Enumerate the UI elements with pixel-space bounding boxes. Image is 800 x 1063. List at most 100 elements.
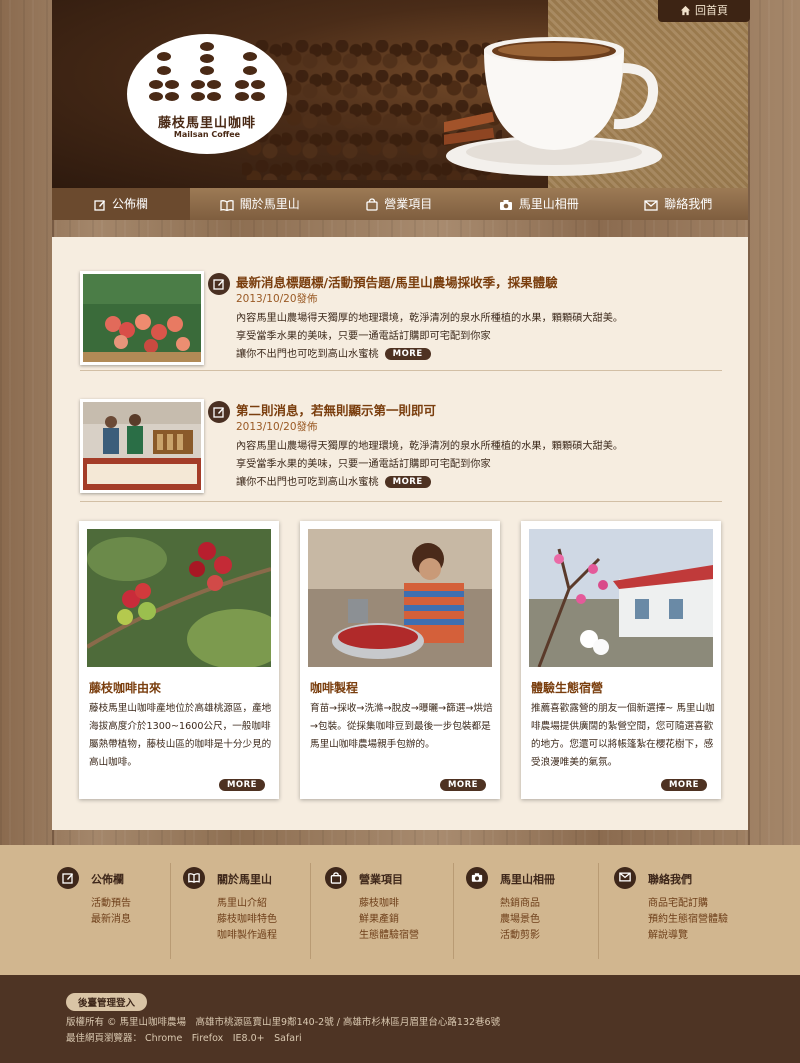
more-button[interactable]: MORE [660, 779, 707, 791]
nav-label: 關於馬里山 [239, 197, 300, 211]
nav-item-album[interactable]: 馬里山相冊 [469, 188, 609, 220]
header-banner: 藤枝馬里山咖啡 Mailsan Coffee [52, 0, 748, 188]
footer-link[interactable]: 預約生態宿營體驗 [648, 910, 728, 925]
footer-icon [325, 867, 347, 889]
footer-heading[interactable]: 馬里山相冊 [500, 871, 555, 887]
nav-item-about[interactable]: 關於馬里山 [190, 188, 330, 220]
footer-nav: 公佈欄 活動預告 最新消息 關於馬里山 馬里山介紹 藤枝咖啡特色 咖啡製作過程 … [0, 845, 800, 975]
footer-link[interactable]: 商品宅配訂購 [648, 894, 708, 909]
footer-link[interactable]: 生態體驗宿營 [359, 926, 419, 941]
card-text: 育苗→採收→洗滌→脫皮→曝曬→篩選→烘焙→包裝。從採集咖啡豆到最後一步包裝都是馬… [310, 703, 493, 750]
news-text: 讓你不出門也可吃到高山水蜜桃 [236, 349, 379, 360]
nav-label: 公佈欄 [111, 197, 148, 211]
edit-icon [94, 200, 105, 211]
card-title[interactable]: 體驗生態宿營 [531, 679, 603, 696]
news-text: 享受當季水果的美味，只要一通電話訂購即可宅配到你家 [236, 459, 491, 470]
coffee-booth-image [83, 402, 201, 490]
more-button[interactable]: MORE [384, 476, 431, 488]
edit-icon [62, 873, 73, 884]
nav-item-bulletin[interactable]: 公佈欄 [52, 188, 190, 220]
news-text: 內容馬里山農場得天獨厚的地理環境，乾淨清冽的泉水所種植的水果，顆顆碩大甜美。 [236, 441, 624, 452]
nav-item-contact[interactable]: 聯絡我們 [609, 188, 749, 220]
footer-divider [453, 863, 454, 959]
nav-label: 馬里山相冊 [518, 197, 579, 211]
footer-link[interactable]: 馬里山介紹 [217, 894, 267, 909]
divider [80, 370, 722, 371]
home-link[interactable]: 回首頁 [658, 0, 750, 22]
news-text-last: 讓你不出門也可吃到高山水蜜桃 MORE [236, 345, 431, 360]
news-text: 享受當季水果的美味，只要一通電話訂購即可宅配到你家 [236, 331, 491, 342]
card-title[interactable]: 藤枝咖啡由來 [89, 679, 161, 696]
mail-icon [644, 200, 658, 211]
footer-link[interactable]: 鮮果產銷 [359, 910, 399, 925]
footer-link[interactable]: 活動剪影 [500, 926, 540, 941]
feature-card: 藤枝咖啡由來 藤枝馬里山咖啡產地位於高雄桃源區，產地海拔高度介於1300~160… [79, 521, 279, 799]
footer-divider [310, 863, 311, 959]
content-panel: 最新消息標題標/活動預告題/馬里山農場採收季，採果體驗 2013/10/20發佈… [52, 237, 748, 830]
card-text: 藤枝馬里山咖啡產地位於高雄桃源區，產地海拔高度介於1300~1600公尺，一般咖… [89, 703, 272, 768]
news-item: 最新消息標題標/活動預告題/馬里山農場採收季，採果體驗 2013/10/20發佈… [80, 271, 720, 375]
footer-divider [170, 863, 171, 959]
news-badge [208, 273, 230, 295]
logo-subtitle: Mailsan Coffee [173, 130, 241, 139]
footer-icon [57, 867, 79, 889]
footer-link[interactable]: 最新消息 [91, 910, 131, 925]
footer-icon [614, 867, 636, 889]
footer-link[interactable]: 解說導覽 [648, 926, 688, 941]
peach-basket-image [83, 274, 201, 362]
home-label: 回首頁 [695, 4, 728, 17]
browser-support-text: 最佳網頁瀏覽器： Chrome Firefox IE8.0+ Safari [66, 1033, 302, 1044]
footer-icon [466, 867, 488, 889]
news-item: 第二則消息，若無則顯示第一則即可 2013/10/20發佈 內容馬里山農場得天獨… [80, 399, 720, 503]
mail-icon [619, 872, 631, 882]
home-icon [680, 5, 691, 16]
edit-icon [213, 407, 224, 418]
camping-cherry-blossom-image [529, 529, 713, 667]
nav-label: 營業項目 [384, 197, 433, 211]
card-text: 推薦喜歡露營的朋友一個新選擇~ 馬里山咖啡農場提供廣闊的紮營空間，您可隨選喜歡的… [531, 703, 715, 768]
divider [80, 501, 722, 502]
book-icon [220, 200, 234, 212]
feature-card: 體驗生態宿營 推薦喜歡露營的朋友一個新選擇~ 馬里山咖啡農場提供廣闊的紮營空間，… [521, 521, 721, 799]
footer-link[interactable]: 藤枝咖啡 [359, 894, 399, 909]
footer-link[interactable]: 農場景色 [500, 910, 540, 925]
news-badge [208, 401, 230, 423]
site-logo[interactable]: 藤枝馬里山咖啡 Mailsan Coffee [127, 34, 287, 154]
main-nav: 公佈欄 關於馬里山 營業項目 馬里山相冊 聯絡我們 [52, 188, 748, 220]
footer-heading[interactable]: 營業項目 [359, 871, 403, 887]
news-title[interactable]: 最新消息標題標/活動預告題/馬里山農場採收季，採果體驗 [236, 272, 558, 291]
logo-title: 藤枝馬里山咖啡 [157, 116, 256, 131]
coffee-cherries-image [87, 529, 271, 667]
footer-link[interactable]: 熱銷商品 [500, 894, 540, 909]
footer-link[interactable]: 藤枝咖啡特色 [217, 910, 277, 925]
copyright-text: 版權所有 © 馬里山咖啡農場 高雄市桃源區寶山里9鄰140-2號 / 高雄市杉林… [66, 1017, 501, 1028]
more-button[interactable]: MORE [439, 779, 486, 791]
news-title[interactable]: 第二則消息，若無則顯示第一則即可 [236, 400, 436, 419]
camera-icon [499, 200, 512, 210]
news-thumbnail[interactable] [80, 271, 204, 365]
more-button[interactable]: MORE [384, 348, 431, 360]
nav-item-services[interactable]: 營業項目 [330, 188, 470, 220]
footer-icon [183, 867, 205, 889]
admin-login-button[interactable]: 後臺管理登入 [66, 993, 148, 1011]
feature-card: 咖啡製程 育苗→採收→洗滌→脫皮→曝曬→篩選→烘焙→包裝。從採集咖啡豆到最後一步… [300, 521, 500, 799]
news-thumbnail[interactable] [80, 399, 204, 493]
footer-heading[interactable]: 關於馬里山 [217, 871, 272, 887]
news-text: 讓你不出門也可吃到高山水蜜桃 [236, 477, 379, 488]
footer-bottom: 後臺管理登入 版權所有 © 馬里山咖啡農場 高雄市桃源區寶山里9鄰140-2號 … [0, 975, 800, 1063]
coffee-processing-image [308, 529, 492, 667]
footer-divider [598, 863, 599, 959]
news-text: 內容馬里山農場得天獨厚的地理環境，乾淨清冽的泉水所種植的水果，顆顆碩大甜美。 [236, 313, 624, 324]
coffee-cup-image [444, 37, 662, 176]
bag-icon [330, 872, 342, 884]
footer-heading[interactable]: 聯絡我們 [648, 871, 692, 887]
news-text-last: 讓你不出門也可吃到高山水蜜桃 MORE [236, 473, 431, 488]
card-title[interactable]: 咖啡製程 [310, 679, 358, 696]
footer-heading[interactable]: 公佈欄 [91, 871, 124, 887]
footer-link[interactable]: 活動預告 [91, 894, 131, 909]
more-button[interactable]: MORE [218, 779, 265, 791]
footer-link[interactable]: 咖啡製作過程 [217, 926, 277, 941]
nav-label: 聯絡我們 [664, 197, 713, 211]
news-date: 2013/10/20發佈 [236, 293, 318, 305]
camera-icon [471, 873, 483, 882]
